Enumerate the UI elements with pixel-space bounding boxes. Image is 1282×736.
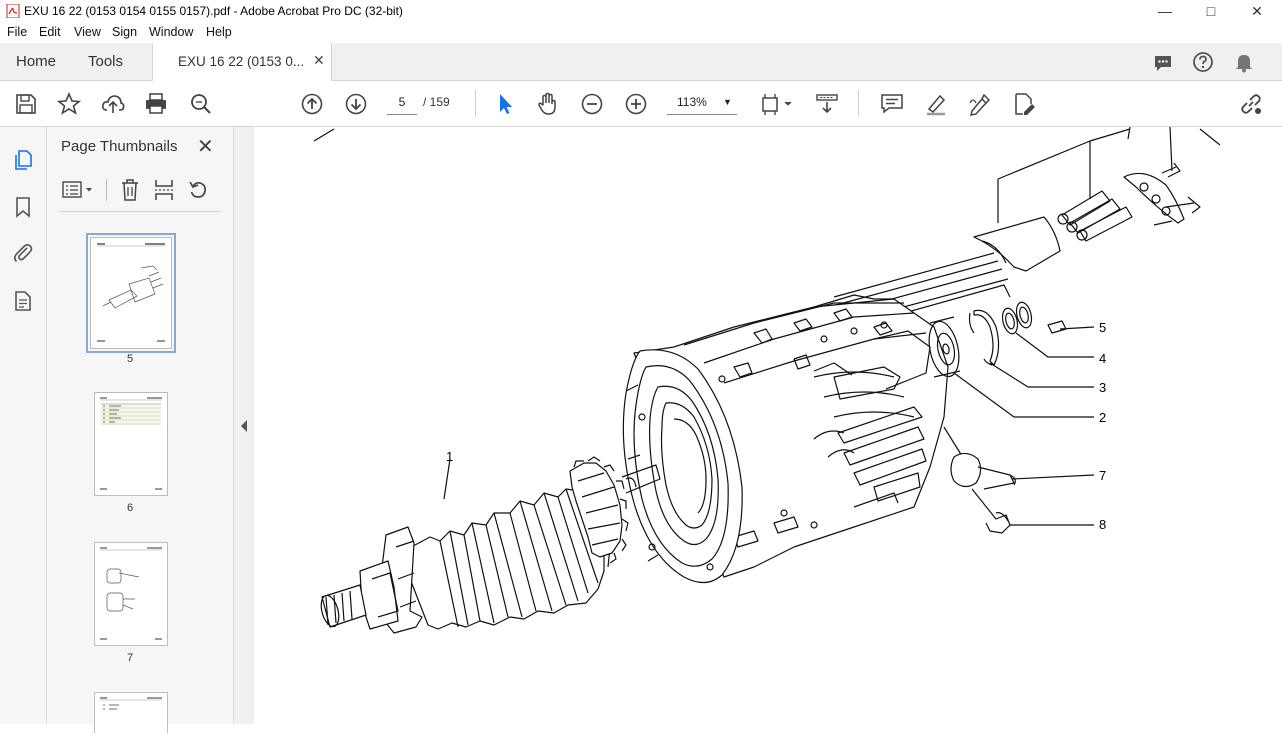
attachments-paperclip-icon[interactable] — [12, 242, 34, 264]
bookmark-star-icon[interactable] — [56, 91, 82, 117]
thumbnail-page-7[interactable] — [94, 542, 168, 646]
scroll-mode-icon[interactable] — [814, 91, 840, 117]
thumbnail-page-7-label: 7 — [126, 652, 134, 664]
close-tab-icon[interactable]: ✕ — [313, 52, 325, 69]
callout-label: 2 — [1099, 410, 1107, 425]
tab-tools[interactable]: Tools — [88, 53, 123, 70]
tab-document-label: EXU 16 22 (0153 0... — [178, 54, 305, 69]
draw-sign-icon[interactable] — [967, 91, 993, 117]
page-total: / 159 — [423, 95, 450, 109]
panel-tool-divider — [106, 179, 107, 201]
tab-home[interactable]: Home — [16, 53, 56, 70]
callout-label: 5 — [1099, 320, 1107, 335]
thumbnail-page-7-preview — [100, 547, 162, 640]
menu-file[interactable]: File — [7, 25, 27, 39]
collapse-left-arrow-icon[interactable] — [239, 419, 249, 433]
chevron-down-icon: ▼ — [723, 97, 732, 107]
panel-divider — [59, 211, 221, 212]
page-thumbnails-icon[interactable] — [12, 149, 34, 171]
previous-page-icon[interactable] — [299, 91, 325, 117]
select-cursor-icon[interactable] — [492, 91, 518, 117]
thumbnail-page-5-label: 5 — [126, 353, 134, 365]
panel-collapse-strip[interactable] — [233, 127, 255, 724]
rotate-page-icon[interactable] — [187, 178, 209, 202]
panel-title: Page Thumbnails — [61, 138, 178, 155]
add-comment-icon[interactable] — [879, 91, 905, 117]
thumbnail-toolbar — [59, 177, 219, 203]
notification-bell-icon[interactable] — [1234, 51, 1254, 73]
close-panel-icon[interactable]: ✕ — [197, 134, 214, 159]
menu-view[interactable]: View — [74, 25, 101, 39]
bookmarks-icon[interactable] — [12, 196, 34, 218]
zoom-in-icon[interactable] — [623, 91, 649, 117]
fill-sign-icon[interactable] — [1011, 91, 1037, 117]
thumbnail-page-5-preview — [97, 243, 165, 342]
menu-sign[interactable]: Sign — [112, 25, 137, 39]
insert-page-icon[interactable] — [153, 178, 175, 202]
document-properties-icon[interactable] — [12, 290, 34, 312]
save-icon[interactable] — [13, 91, 39, 117]
highlight-pen-icon[interactable] — [923, 91, 949, 117]
page-thumbnails-panel: Page Thumbnails ✕ 5 6 7 — [47, 127, 272, 733]
zoom-search-icon[interactable] — [188, 91, 214, 117]
delete-page-trash-icon[interactable] — [119, 178, 141, 202]
hand-tool-icon[interactable] — [535, 91, 561, 117]
zoom-out-icon[interactable] — [579, 91, 605, 117]
menu-edit[interactable]: Edit — [39, 25, 61, 39]
document-view[interactable]: 1 2 3 4 5 7 8 — [254, 127, 1282, 724]
navigation-rail — [0, 127, 47, 724]
callout-label: 1 — [446, 449, 454, 464]
upload-cloud-icon[interactable] — [100, 91, 126, 117]
callout-label: 7 — [1099, 468, 1107, 483]
tab-document[interactable]: EXU 16 22 (0153 0... ✕ — [152, 43, 332, 81]
callout-label: 3 — [1099, 380, 1107, 395]
page-number-input[interactable]: 5 — [387, 91, 417, 115]
help-icon[interactable] — [1192, 51, 1214, 73]
title-bar: EXU 16 22 (0153 0154 0155 0157).pdf - Ad… — [0, 0, 1282, 24]
callout-label: 8 — [1099, 517, 1107, 532]
acrobat-app-icon — [6, 4, 20, 18]
page-fit-icon[interactable] — [759, 91, 795, 117]
thumbnail-options-menu-icon[interactable] — [61, 179, 95, 201]
comment-bubble-icon[interactable] — [1152, 52, 1174, 74]
thumbnail-page-5[interactable] — [86, 233, 176, 353]
toolbar-divider-2 — [858, 90, 859, 117]
toolbar-divider — [475, 90, 476, 117]
main-toolbar: 5 / 159 113% ▼ — [0, 81, 1282, 127]
menu-window[interactable]: Window — [149, 25, 193, 39]
zoom-level-select[interactable]: 113% ▼ — [667, 91, 737, 115]
thumbnail-page-6[interactable] — [94, 392, 168, 496]
maximize-button[interactable]: □ — [1188, 0, 1234, 23]
thumbnail-page-8-preview — [100, 697, 162, 710]
window-title: EXU 16 22 (0153 0154 0155 0157).pdf - Ad… — [24, 4, 403, 18]
print-icon[interactable] — [143, 91, 169, 117]
tab-bar: Home Tools EXU 16 22 (0153 0... ✕ — [0, 43, 1282, 81]
callout-label: 4 — [1099, 351, 1107, 366]
thumbnail-page-6-label: 6 — [126, 502, 134, 514]
minimize-button[interactable]: — — [1142, 0, 1188, 23]
thumbnail-page-8[interactable] — [94, 692, 168, 733]
next-page-icon[interactable] — [343, 91, 369, 117]
share-link-icon[interactable] — [1238, 91, 1264, 117]
thumbnail-page-6-preview — [100, 397, 162, 490]
menu-bar: File Edit View Sign Window Help — [0, 23, 1282, 43]
menu-help[interactable]: Help — [206, 25, 232, 39]
close-window-button[interactable]: ✕ — [1234, 0, 1280, 23]
zoom-level-value: 113% — [677, 95, 707, 109]
exploded-motor-drawing — [313, 127, 1221, 634]
